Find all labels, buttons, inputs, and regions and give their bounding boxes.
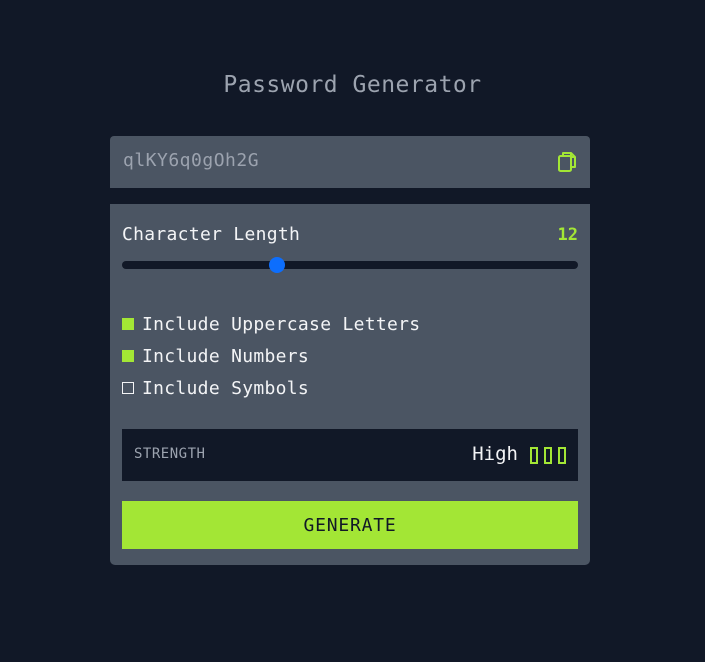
strength-meter: STRENGTH High [122,429,578,481]
strength-label: STRENGTH [134,446,206,462]
strength-bar [530,447,538,464]
option-label: Include Numbers [142,345,310,367]
page-title: Password Generator [223,72,482,98]
character-length-value: 12 [557,225,578,245]
length-slider[interactable] [122,257,578,273]
strength-bar [558,447,566,464]
strength-bars [530,447,566,464]
strength-level: High [472,443,518,465]
option-label: Include Uppercase Letters [142,313,421,335]
character-length-label: Character Length [122,224,301,245]
generate-button[interactable]: GENERATE [122,501,578,549]
password-output: qlKY6q0gOh2G [110,136,590,188]
slider-thumb[interactable] [269,257,286,273]
strength-bar [544,447,552,464]
option-label: Include Symbols [142,377,310,399]
symbols-checkbox[interactable] [122,382,134,394]
option-symbols[interactable]: Include Symbols [122,377,309,399]
uppercase-checkbox[interactable] [122,318,134,330]
settings-panel: Character Length 12 Include Uppercase Le… [110,204,590,565]
option-uppercase[interactable]: Include Uppercase Letters [122,313,420,335]
password-text: qlKY6q0gOh2G [123,150,260,171]
numbers-checkbox[interactable] [122,350,134,362]
copy-icon[interactable] [555,150,579,174]
option-numbers[interactable]: Include Numbers [122,345,309,367]
